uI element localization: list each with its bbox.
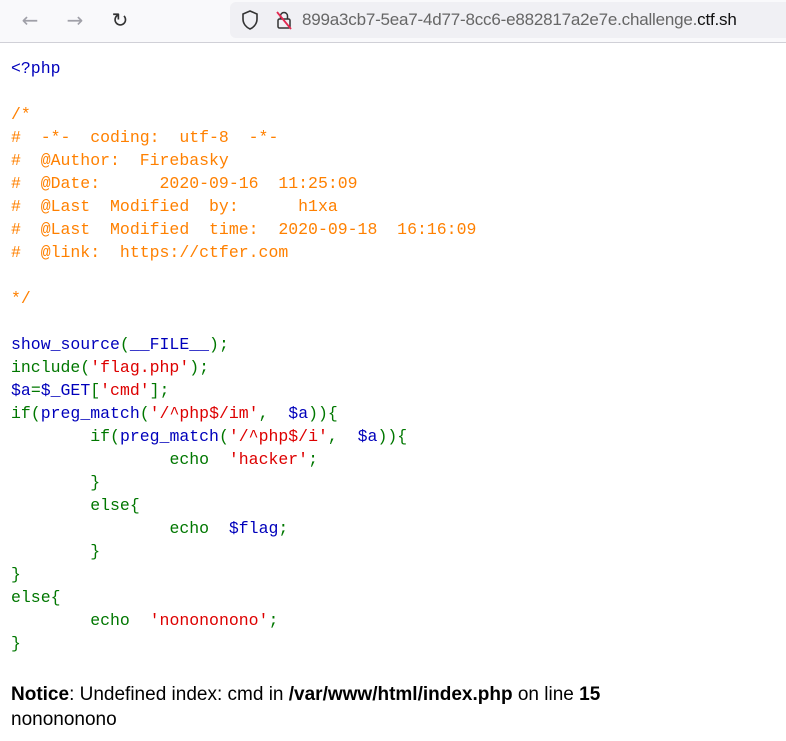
- code-token: # @link: https://ctfer.com: [11, 243, 289, 262]
- php-source-code: <?php /* # -*- coding: utf-8 -*- # @Auth…: [11, 57, 476, 655]
- code-token: ;: [278, 519, 289, 538]
- code-token: # @Last Modified by: h1xa: [11, 197, 338, 216]
- code-line: # @link: https://ctfer.com: [11, 243, 288, 262]
- code-token: ];: [149, 381, 170, 400]
- code-token: (: [139, 404, 150, 423]
- notice-line: Notice: Undefined index: cmd in /var/www…: [11, 682, 600, 707]
- code-line: else{: [11, 588, 61, 607]
- code-line: # -*- coding: utf-8 -*-: [11, 128, 278, 147]
- arrow-right-icon: →: [66, 8, 84, 32]
- code-token: )){: [308, 404, 338, 423]
- address-bar[interactable]: 899a3cb7-5ea7-4d77-8cc6-e882817a2e7e.cha…: [230, 2, 786, 38]
- code-token: ;: [308, 450, 318, 469]
- code-token: */: [11, 289, 31, 308]
- code-token: =: [30, 381, 41, 400]
- shield-icon[interactable]: [240, 10, 260, 30]
- code-token: if(: [11, 427, 120, 446]
- code-line: }: [11, 634, 21, 653]
- code-token: }: [11, 473, 101, 492]
- page-output: nonononono: [11, 709, 117, 730]
- code-token: else{: [11, 496, 140, 515]
- code-token: preg_match: [40, 404, 140, 423]
- code-token: }: [11, 542, 101, 561]
- code-token: ,: [258, 404, 289, 423]
- code-token: 'nonononono': [149, 611, 269, 630]
- code-token: $a: [357, 427, 378, 446]
- reload-icon: ↻: [111, 8, 129, 32]
- code-line: echo 'hacker';: [11, 450, 318, 469]
- forward-button[interactable]: →: [63, 8, 87, 32]
- code-token: show_source: [11, 335, 120, 354]
- code-token: else{: [11, 588, 61, 607]
- code-line: if(preg_match('/^php$/im', $a)){: [11, 404, 338, 423]
- code-token: preg_match: [119, 427, 219, 446]
- php-notice: Notice: Undefined index: cmd in /var/www…: [11, 682, 600, 732]
- code-token: echo: [11, 519, 229, 538]
- code-token: [: [90, 381, 101, 400]
- code-line: # @Last Modified by: h1xa: [11, 197, 338, 216]
- code-line: }: [11, 565, 21, 584]
- notice-path: /var/www/html/index.php: [288, 684, 513, 705]
- browser-toolbar: ← → ↻ 899a3cb7-5ea7-4d77-8cc6-e882817a2e…: [0, 0, 786, 43]
- code-line: # @Last Modified time: 2020-09-18 16:16:…: [11, 220, 476, 239]
- code-token: echo: [11, 450, 229, 469]
- url-subdomain: 899a3cb7-5ea7-4d77-8cc6-e882817a2e7e.cha…: [302, 10, 698, 29]
- back-button[interactable]: ←: [18, 8, 42, 32]
- code-token: );: [209, 335, 229, 354]
- code-token: );: [189, 358, 210, 377]
- code-token: }: [11, 634, 21, 653]
- notice-text: on line: [512, 684, 580, 705]
- code-token: $a: [11, 381, 31, 400]
- code-line: */: [11, 289, 31, 308]
- reload-button[interactable]: ↻: [108, 8, 132, 32]
- code-token: /*: [11, 105, 31, 124]
- url-text[interactable]: 899a3cb7-5ea7-4d77-8cc6-e882817a2e7e.cha…: [302, 10, 737, 30]
- code-token: # -*- coding: utf-8 -*-: [11, 128, 279, 147]
- code-token: ,: [327, 427, 358, 446]
- code-token: $a: [288, 404, 309, 423]
- arrow-left-icon: ←: [21, 8, 39, 32]
- code-line: if(preg_match('/^php$/i', $a)){: [11, 427, 407, 446]
- code-line: # @Author: Firebasky: [11, 151, 229, 170]
- code-token: __FILE__: [129, 335, 210, 354]
- code-token: 'cmd': [100, 381, 150, 400]
- code-line: }: [11, 542, 100, 561]
- code-token: # @Date: 2020-09-16 11:25:09: [11, 174, 358, 193]
- notice-line-number: 15: [579, 684, 601, 705]
- code-line: echo $flag;: [11, 519, 288, 538]
- code-token: if(: [11, 404, 41, 423]
- code-token: # @Last Modified time: 2020-09-18 16:16:…: [11, 220, 477, 239]
- code-line: else{: [11, 496, 140, 515]
- code-token: 'hacker': [228, 450, 309, 469]
- code-token: 'flag.php': [90, 358, 190, 377]
- code-token: echo: [11, 611, 150, 630]
- code-token: # @Author: Firebasky: [11, 151, 229, 170]
- code-token: $_GET: [40, 381, 91, 400]
- notice-text: : Undefined index: cmd in: [69, 684, 289, 705]
- url-domain: ctf.sh: [697, 10, 737, 29]
- code-token: <?php: [11, 59, 61, 78]
- code-line: # @Date: 2020-09-16 11:25:09: [11, 174, 358, 193]
- code-token: (: [119, 335, 130, 354]
- insecure-lock-icon[interactable]: [274, 10, 294, 30]
- code-token: (: [218, 427, 229, 446]
- code-line: include('flag.php');: [11, 358, 209, 377]
- notice-label: Notice: [11, 684, 70, 705]
- code-token: include(: [11, 358, 91, 377]
- code-token: $flag: [228, 519, 279, 538]
- code-line: }: [11, 473, 100, 492]
- code-line: <?php: [11, 59, 61, 78]
- code-line: $a=$_GET['cmd'];: [11, 381, 169, 400]
- code-line: show_source(__FILE__);: [11, 335, 229, 354]
- code-token: '/^php$/im': [149, 404, 259, 423]
- code-line: echo 'nonononono';: [11, 611, 278, 630]
- code-token: '/^php$/i': [228, 427, 328, 446]
- code-token: )){: [377, 427, 408, 446]
- code-line: /*: [11, 105, 31, 124]
- code-token: }: [11, 565, 21, 584]
- code-token: ;: [268, 611, 279, 630]
